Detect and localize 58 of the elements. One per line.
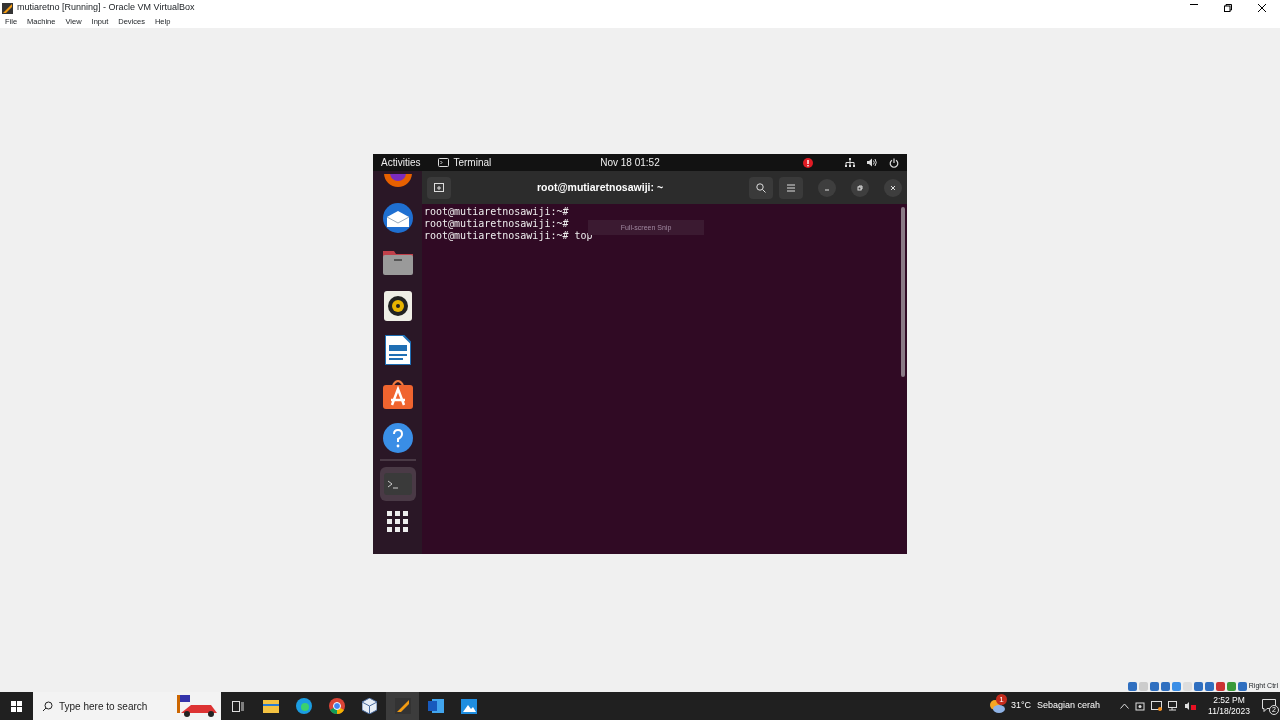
new-tab-button[interactable]: [427, 176, 451, 199]
folder-icon[interactable]: [262, 699, 279, 713]
search-icon: [756, 182, 766, 193]
document-icon[interactable]: [427, 699, 444, 713]
close-icon[interactable]: [1258, 4, 1266, 12]
task-view-icon[interactable]: [231, 700, 244, 712]
app-menu[interactable]: Terminal: [453, 155, 492, 170]
alert-icon[interactable]: [803, 157, 813, 168]
restore-icon[interactable]: [1224, 4, 1232, 12]
help-icon: [382, 423, 413, 453]
photo-icon[interactable]: [460, 698, 477, 714]
notification-icon[interactable]: [1262, 699, 1276, 713]
browser-icon: [382, 174, 413, 188]
close-button[interactable]: [884, 178, 902, 197]
monitor-icon[interactable]: [1151, 701, 1163, 711]
activities-button[interactable]: Activities: [381, 155, 421, 170]
shopping-bag-icon: [382, 379, 413, 409]
folder-icon: [382, 249, 413, 275]
network-icon[interactable]: [1168, 701, 1180, 711]
search-field[interactable]: Type here to search: [33, 692, 221, 720]
power-icon[interactable]: [889, 157, 899, 168]
scrollbar[interactable]: [901, 207, 905, 377]
muted-volume-icon[interactable]: [1185, 701, 1197, 711]
new-tab-icon: [434, 183, 444, 192]
cube-icon[interactable]: [362, 698, 377, 714]
browser-icon[interactable]: [295, 698, 312, 714]
browser-icon[interactable]: [328, 698, 345, 714]
clock-date[interactable]: 11/18/2023: [1208, 706, 1250, 717]
terminal-line: root@mutiaretnosawiji:~#: [424, 206, 569, 218]
terminal-line: root@mutiaretnosawiji:~#: [424, 218, 569, 230]
document-icon: [384, 335, 411, 365]
close-icon: [890, 184, 896, 191]
app-logo-icon: [2, 2, 13, 14]
menu-button[interactable]: [779, 176, 803, 199]
search-button[interactable]: [749, 176, 773, 199]
clock-time[interactable]: 2:52 PM: [1213, 695, 1245, 706]
search-icon: [42, 701, 53, 712]
mail-icon: [381, 202, 414, 234]
app-grid-icon[interactable]: [386, 511, 409, 533]
app-logo-icon[interactable]: [394, 698, 411, 714]
network-icon[interactable]: [845, 158, 855, 167]
chevron-up-icon[interactable]: [1120, 703, 1130, 709]
terminal-icon: [438, 158, 450, 167]
weather-condition[interactable]: Sebagian cerah: [1037, 699, 1101, 713]
camera-icon[interactable]: [1135, 701, 1146, 711]
terminal-title: root@mutiaretnosawiji: ~: [535, 179, 664, 195]
temperature[interactable]: 31°C: [1010, 699, 1031, 713]
clock[interactable]: Nov 18 01:52: [600, 155, 660, 170]
windows-start-icon[interactable]: [11, 700, 22, 712]
restore-icon: [857, 184, 863, 191]
window-title: mutiaretno [Running] - Oracle VM VirtualBox: [17, 1, 195, 15]
terminal-icon: [383, 473, 412, 495]
menu-icon: [786, 183, 796, 192]
minimize-button[interactable]: [818, 178, 836, 197]
speaker-icon: [383, 291, 412, 321]
notification-badge: 1: [995, 694, 1007, 705]
volume-icon[interactable]: [867, 158, 877, 167]
restore-button[interactable]: [851, 178, 869, 197]
